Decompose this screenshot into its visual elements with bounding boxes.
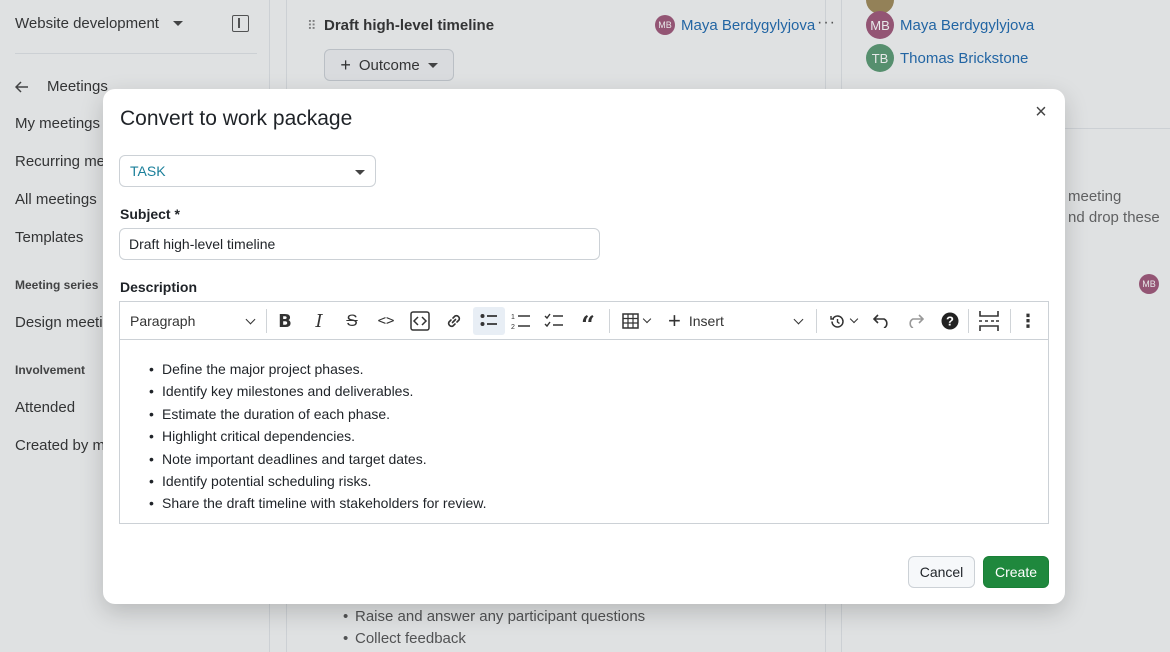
create-button[interactable]: Create bbox=[983, 556, 1049, 588]
description-content[interactable]: Define the major project phases. Identif… bbox=[148, 358, 487, 515]
italic-icon[interactable]: I bbox=[307, 307, 331, 335]
svg-text:2: 2 bbox=[511, 324, 515, 330]
list-item: Note important deadlines and target date… bbox=[148, 448, 487, 471]
numbered-list-icon[interactable]: 12 bbox=[508, 307, 534, 335]
paragraph-style-label: Paragraph bbox=[130, 313, 196, 329]
close-icon[interactable]: × bbox=[1033, 102, 1049, 122]
bold-icon[interactable]: B bbox=[273, 307, 297, 335]
divider bbox=[816, 309, 817, 333]
history-dropdown[interactable] bbox=[824, 307, 862, 335]
todo-list-icon[interactable] bbox=[541, 307, 567, 335]
strikethrough-icon[interactable]: S bbox=[340, 307, 364, 335]
list-item: Identify potential scheduling risks. bbox=[148, 470, 487, 493]
cancel-button[interactable]: Cancel bbox=[908, 556, 975, 588]
work-package-type-select[interactable]: TASK bbox=[119, 155, 376, 187]
help-icon[interactable]: ? bbox=[938, 307, 962, 335]
divider bbox=[609, 309, 610, 333]
convert-to-work-package-dialog: Convert to work package × TASK Subject *… bbox=[103, 89, 1065, 604]
blockquote-icon[interactable]: “ bbox=[576, 307, 600, 339]
type-value: TASK bbox=[130, 163, 166, 179]
bulleted-list-icon[interactable] bbox=[473, 307, 505, 335]
editor-toolbar: Paragraph B I S <> 12 “ + Insert ? ⋮ bbox=[120, 302, 1048, 340]
plus-icon: + bbox=[668, 308, 681, 333]
chevron-down-icon bbox=[355, 170, 365, 175]
chevron-down-icon bbox=[849, 314, 859, 324]
divider bbox=[1010, 309, 1011, 333]
chevron-down-icon bbox=[642, 314, 652, 324]
subject-label: Subject * bbox=[120, 206, 180, 222]
description-editor[interactable]: Paragraph B I S <> 12 “ + Insert ? ⋮ • D… bbox=[119, 301, 1049, 524]
table-icon bbox=[622, 313, 639, 329]
dialog-title: Convert to work package bbox=[120, 107, 353, 130]
chevron-down-icon bbox=[245, 314, 256, 324]
code-block-icon[interactable] bbox=[408, 307, 432, 335]
list-item: Highlight critical dependencies. bbox=[148, 425, 487, 448]
description-label: Description bbox=[120, 279, 198, 295]
list-item: Identify key milestones and deliverables… bbox=[148, 380, 487, 403]
svg-text:1: 1 bbox=[511, 314, 515, 321]
more-vertical-icon[interactable]: ⋮ bbox=[1017, 307, 1039, 335]
redo-icon[interactable] bbox=[903, 307, 927, 335]
divider bbox=[968, 309, 969, 333]
list-item: Share the draft timeline with stakeholde… bbox=[148, 492, 487, 515]
page-break-icon[interactable] bbox=[976, 307, 1002, 335]
link-icon[interactable] bbox=[442, 307, 466, 335]
history-icon bbox=[830, 314, 844, 328]
code-icon[interactable]: <> bbox=[374, 307, 398, 335]
insert-table-dropdown[interactable] bbox=[616, 307, 656, 335]
insert-label: Insert bbox=[688, 313, 724, 329]
paragraph-style-dropdown[interactable]: Paragraph bbox=[130, 307, 258, 335]
list-item: Define the major project phases. bbox=[148, 358, 487, 381]
svg-text:?: ? bbox=[946, 314, 954, 329]
subject-field[interactable] bbox=[119, 228, 600, 260]
list-item: Estimate the duration of each phase. bbox=[148, 403, 487, 426]
undo-icon[interactable] bbox=[870, 307, 894, 335]
chevron-down-icon[interactable] bbox=[788, 307, 808, 335]
divider bbox=[266, 309, 267, 333]
